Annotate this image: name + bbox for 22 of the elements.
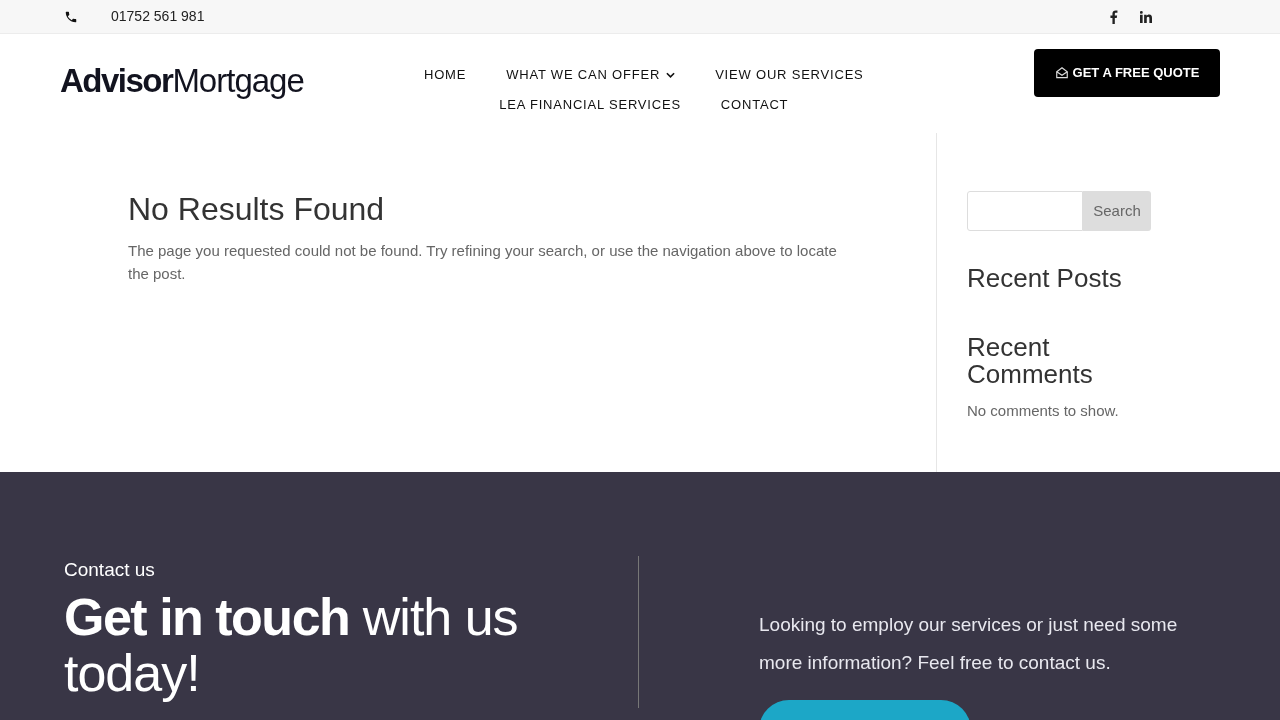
message-text: The page you requested could not be found. Try refining your search, or use the navigation above to locate the post. xyxy=(128,241,838,284)
widget-title: Recent Comments xyxy=(967,334,1094,388)
nav-link[interactable]: LEA FINANCIAL SERVICES xyxy=(499,94,681,114)
page-title: No Results Found xyxy=(128,190,386,229)
phone-icon xyxy=(64,9,78,24)
logo[interactable]: AdvisorMortgage xyxy=(60,56,304,106)
quote-button[interactable]: GET A FREE QUOTE xyxy=(1034,49,1220,97)
phone-number[interactable]: 01752 561 981 xyxy=(111,6,205,27)
footer-text: Looking to employ our services or just need some more information? Feel free to contact us. xyxy=(759,613,1179,675)
widget-title: Recent Posts xyxy=(967,262,1123,295)
nav-link[interactable]: CONTACT xyxy=(720,94,789,114)
facebook-icon[interactable] xyxy=(1109,9,1118,24)
envelope-icon xyxy=(1054,66,1069,80)
footer-heading: Get in touch with us today! xyxy=(64,588,519,701)
linkedin-icon[interactable] xyxy=(1140,10,1152,23)
search-field[interactable] xyxy=(967,191,1083,231)
nav-link[interactable]: HOME xyxy=(424,65,467,85)
nav-link[interactable]: VIEW OUR SERVICES xyxy=(715,65,864,85)
nav-link[interactable]: WHAT WE CAN OFFER xyxy=(506,65,676,85)
empty-text: No comments to show. xyxy=(967,401,1120,421)
search-button[interactable]: Search xyxy=(1083,191,1151,231)
section-label: Contact us xyxy=(64,558,156,582)
